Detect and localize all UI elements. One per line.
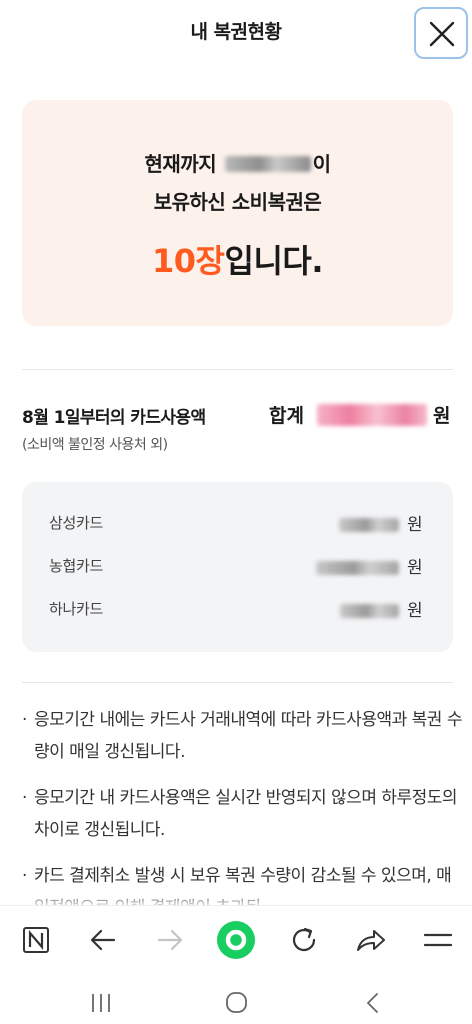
menu-button[interactable] [418, 920, 458, 960]
notice-item: · 응모기간 내 카드사용액은 실시간 반영되지 않으며 하루정도의 차이로 갱… [22, 782, 462, 846]
summary-suffix: 이 [312, 152, 331, 176]
naver-n-button[interactable] [17, 920, 57, 960]
refresh-button[interactable] [284, 920, 324, 960]
blurred-user-name [224, 155, 311, 172]
card-row: 삼성카드 원 [22, 508, 453, 538]
page-title: 내 복권현황 [190, 21, 282, 43]
summary-line-1: 현재까지 이 [22, 148, 453, 177]
back-icon [367, 993, 378, 1013]
blurred-card-amount [339, 518, 399, 532]
recent-apps-button[interactable] [86, 991, 116, 1015]
summary-prefix: 현재까지 [144, 152, 217, 176]
blurred-card-amount [340, 604, 399, 618]
close-icon [429, 21, 455, 47]
card-row: 농협카드 원 [22, 551, 453, 581]
total-label: 합계 [269, 405, 304, 427]
forward-button[interactable] [150, 920, 190, 960]
header: 내 복권현황 [0, 0, 472, 64]
share-button[interactable] [351, 920, 391, 960]
bullet: · [22, 788, 27, 808]
notice-text: 응모기간 내 카드사용액은 실시간 반영되지 않으며 하루정도의 차이로 갱신됩… [34, 788, 458, 840]
recent-apps-icon [92, 994, 110, 1012]
lottery-count-suffix: 입니다. [224, 242, 324, 280]
home-button[interactable] [216, 920, 256, 960]
lottery-summary-card: 현재까지 이 보유하신 소비복권은 10장입니다. [22, 100, 453, 326]
naver-n-icon [23, 927, 49, 953]
card-name: 농협카드 [49, 557, 104, 575]
blurred-total-amount [317, 404, 427, 426]
home-icon [226, 992, 247, 1013]
summary-count-line: 10장입니다. [22, 236, 453, 282]
summary-line-2: 보유하신 소비복권은 [153, 190, 322, 214]
forward-arrow-icon [157, 929, 183, 951]
card-usage-list: 삼성카드 원 농협카드 원 하나카드 원 [22, 482, 453, 652]
browser-toolbar [0, 905, 472, 973]
usage-subtitle: (소비액 불인정 사용처 외) [22, 437, 168, 453]
close-button[interactable] [414, 7, 468, 59]
card-unit: 원 [407, 601, 423, 621]
divider [22, 682, 453, 683]
notice-item: · 응모기간 내에는 카드사 거래내역에 따라 카드사용액과 복권 수량이 매일… [22, 704, 462, 768]
total-unit: 원 [433, 405, 451, 427]
home-green-circle-icon [217, 921, 255, 959]
lottery-count: 10장 [152, 242, 225, 280]
refresh-icon [292, 927, 316, 952]
menu-icon [423, 933, 453, 947]
card-unit: 원 [407, 515, 423, 535]
divider [22, 369, 453, 370]
card-row: 하나카드 원 [22, 594, 453, 624]
card-name: 삼성카드 [49, 514, 104, 532]
back-button[interactable] [83, 920, 123, 960]
bullet: · [22, 866, 27, 886]
card-name: 하나카드 [49, 600, 104, 618]
system-nav-bar [0, 975, 472, 1024]
blurred-card-amount [316, 561, 399, 575]
notice-text: 응모기간 내에는 카드사 거래내역에 따라 카드사용액과 복권 수량이 매일 갱… [34, 710, 462, 762]
back-arrow-icon [90, 929, 116, 951]
bullet: · [22, 710, 27, 730]
system-back-button[interactable] [358, 991, 388, 1015]
share-icon [357, 930, 385, 951]
system-home-button[interactable] [221, 991, 251, 1015]
usage-title: 8월 1일부터의 카드사용액 [22, 408, 206, 428]
card-unit: 원 [407, 558, 423, 578]
